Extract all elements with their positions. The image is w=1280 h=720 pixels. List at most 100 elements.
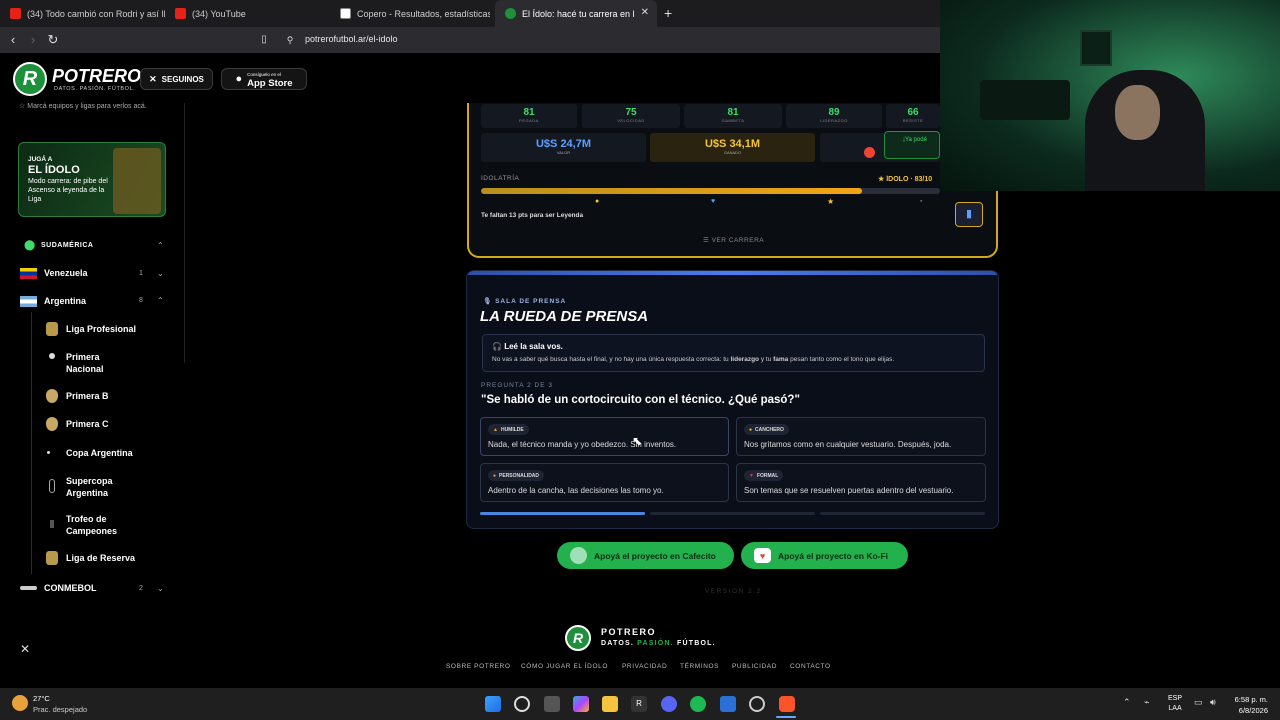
task-view-icon[interactable]	[544, 696, 560, 712]
hint-text: Marcá equipos y ligas para verlos acá.	[27, 103, 147, 110]
idolatria-bar-fill	[481, 188, 862, 194]
option-formal[interactable]: ▼ FORMAL Son temas que se resuelven puert…	[736, 463, 986, 502]
option-tag: ▼ FORMAL	[744, 470, 784, 481]
weather-temp[interactable]: 27°C	[33, 694, 50, 703]
follow-button[interactable]: ✕ SEGUINOS	[140, 68, 213, 90]
back-icon[interactable]: ‹	[4, 31, 22, 49]
reload-icon[interactable]: ↻	[44, 31, 62, 49]
progress-segment	[480, 512, 645, 515]
country-count: 1	[139, 270, 143, 277]
footer-link-sobre[interactable]: SOBRE POTRERO	[446, 663, 511, 670]
cafecito-button[interactable]: Apoyá el proyecto en Cafecito	[557, 542, 734, 569]
file-explorer-icon[interactable]	[602, 696, 618, 712]
press-title: LA RUEDA DE PRENSA	[480, 308, 649, 325]
weather-desc[interactable]: Prac. despejado	[33, 705, 87, 714]
browser-tab[interactable]: (34) YouTube	[165, 0, 330, 27]
appstore-button[interactable]: ● Consíguelo en el App Store	[221, 68, 307, 90]
tree-line	[31, 312, 32, 574]
promo-toast[interactable]: ¡Ya podé	[884, 131, 940, 159]
close-icon[interactable]: ✕	[641, 7, 649, 18]
browser-tab[interactable]: Copero - Resultados, estadísticas, an	[330, 0, 490, 27]
display-icon[interactable]: ▭	[1194, 697, 1203, 708]
star-milestone-icon: ★	[827, 197, 835, 206]
volume-icon[interactable]: 🔊︎	[1210, 697, 1216, 708]
webcam-face	[1115, 85, 1160, 140]
info-bold-2: fama	[773, 356, 789, 363]
country-count: 8	[139, 297, 143, 304]
footer-link-privacidad[interactable]: PRIVACIDAD	[622, 663, 667, 670]
stat-value: 75	[625, 107, 637, 118]
footer-link-contacto[interactable]: CONTACTO	[790, 663, 831, 670]
view-career-button[interactable]: ☰ VER CARRERA	[703, 236, 764, 244]
language-indicator[interactable]: ESP LAA	[1168, 694, 1182, 714]
chevron-down-icon[interactable]: ⌄	[157, 269, 164, 278]
chevron-up-icon[interactable]: ⌃	[157, 241, 164, 250]
app-icon[interactable]: R	[631, 696, 647, 712]
spotify-icon[interactable]	[690, 696, 706, 712]
tag-b: PASIÓN.	[637, 640, 674, 647]
browser-tab-active[interactable]: El Ídolo: hacé tu carrera en la Lig ✕	[495, 0, 657, 27]
settings-icon[interactable]	[749, 696, 765, 712]
tray-chevron-icon[interactable]: ⌃	[1123, 697, 1131, 708]
idolatria-label: IDOLATRÍA	[481, 175, 520, 182]
brave-icon[interactable]	[779, 696, 795, 712]
url-field[interactable]: potrerofutbol.ar/el-idolo	[305, 34, 398, 44]
bookmark-icon[interactable]: ▯	[255, 31, 273, 49]
footer-link-como-jugar[interactable]: CÓMO JUGAR EL ÍDOLO	[521, 663, 608, 670]
windows-start-icon[interactable]	[485, 696, 501, 712]
chevron-down-icon[interactable]: ⌄	[157, 584, 164, 593]
league-trofeo-de-campeones[interactable]: Trofeo de Campeones	[66, 513, 136, 537]
idolo-promo-card[interactable]: JUGÁ A EL ÍDOLO Modo carrera: de pibe de…	[18, 142, 166, 217]
primera-c-icon	[46, 417, 58, 431]
trash-icon[interactable]: ▮	[955, 202, 983, 227]
option-tag: ● PERSONALIDAD	[488, 470, 545, 481]
network-icon[interactable]: ⌁	[1144, 697, 1149, 708]
tag-a: DATOS.	[601, 640, 634, 647]
discord-icon[interactable]	[661, 696, 677, 712]
league-primera-nacional[interactable]: Primera Nacional	[66, 351, 126, 375]
market-value: U$S 24,7M VALOR	[481, 133, 646, 162]
tie-icon: ▼	[749, 472, 754, 479]
option-humilde[interactable]: ▲ HUMILDE Nada, el técnico manda y yo obe…	[480, 417, 729, 456]
section-sudamerica[interactable]: SUDAMÉRICA	[41, 242, 93, 249]
store-icon[interactable]	[720, 696, 736, 712]
league-liga-profesional[interactable]: Liga Profesional	[66, 323, 136, 335]
potrero-logo[interactable]: R	[13, 62, 47, 96]
chevron-up-icon[interactable]: ⌃	[157, 296, 164, 305]
country-label: Argentina	[44, 296, 87, 306]
follow-label: SEGUINOS	[161, 74, 204, 84]
stat-value: 81	[523, 107, 535, 118]
clock[interactable]: 6:58 p. m. 6/8/2026	[1230, 694, 1268, 716]
league-primera-b[interactable]: Primera B	[66, 390, 109, 402]
webcam-overlay	[940, 0, 1280, 191]
site-info-icon[interactable]: ⚲	[281, 31, 299, 49]
footer-link-publicidad[interactable]: PUBLICIDAD	[732, 663, 777, 670]
copilot-icon[interactable]	[573, 696, 589, 712]
stat-resistencia: 66 RESISTE	[886, 104, 940, 128]
question-text: "Se habló de un cortocircuito con el téc…	[481, 394, 800, 406]
earned-amount: U$S 34,1M	[704, 138, 761, 150]
league-copa-argentina[interactable]: Copa Argentina	[66, 447, 133, 459]
cafecito-label: Apoyá el proyecto en Cafecito	[594, 550, 716, 561]
league-supercopa-argentina[interactable]: Supercopa Argentina	[66, 475, 136, 499]
supercopa-icon	[49, 479, 55, 493]
smile-icon: ●	[749, 426, 753, 433]
footer-link-terminos[interactable]: TÉRMINOS	[680, 663, 719, 670]
option-tag-text: HUMILDE	[500, 426, 524, 433]
footer-logo[interactable]: R	[565, 625, 591, 651]
league-primera-c[interactable]: Primera C	[66, 418, 109, 430]
browser-tab[interactable]: (34) Todo cambió con Rodri y así lleg	[0, 0, 165, 27]
trophy-milestone-icon: ▪	[920, 198, 923, 205]
option-personalidad[interactable]: ● PERSONALIDAD Adentro de la cancha, las …	[480, 463, 729, 502]
kofi-button[interactable]: ♥ Apoyá el proyecto en Ko-Fi	[741, 542, 908, 569]
option-canchero[interactable]: ● CANCHERO Nos gritamos como en cualquier…	[736, 417, 986, 456]
league-liga-de-reserva[interactable]: Liga de Reserva	[66, 552, 135, 564]
press-room-card: 🎙 SALA DE PRENSA LA RUEDA DE PRENSA 🎧 Le…	[466, 270, 999, 529]
search-icon[interactable]	[514, 696, 530, 712]
forward-icon[interactable]: ›	[24, 31, 42, 49]
active-app-indicator	[776, 716, 796, 718]
x-social-icon[interactable]: ✕	[20, 642, 30, 656]
tab-label: (34) YouTube	[192, 8, 246, 19]
new-tab-button[interactable]: +	[664, 5, 672, 21]
option-text: Son temas que se resuelven puertas adent…	[744, 486, 954, 495]
